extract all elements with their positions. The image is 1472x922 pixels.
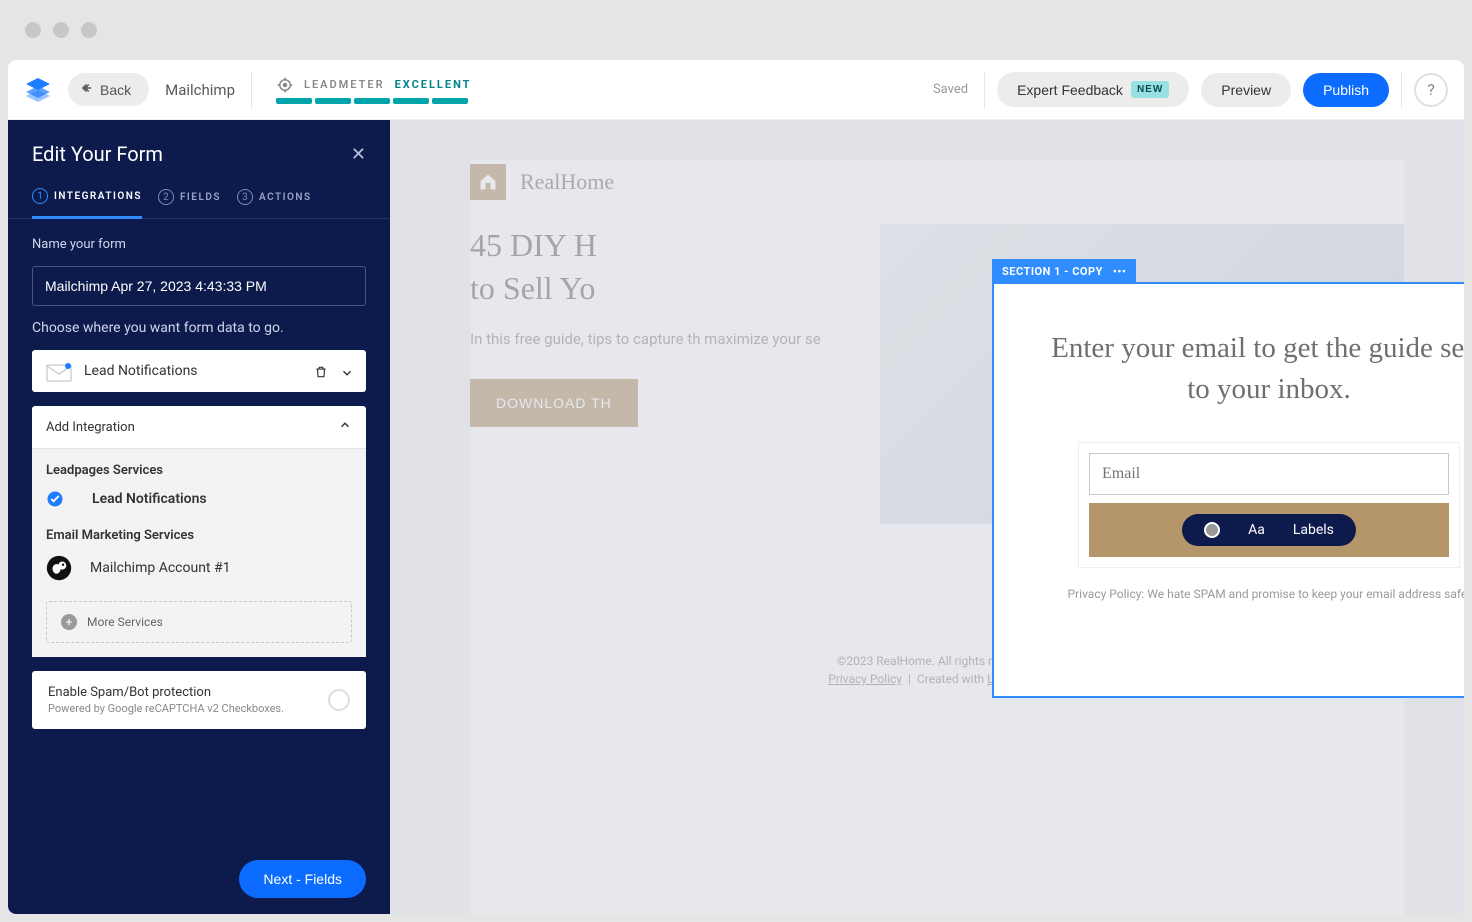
download-button[interactable]: DOWNLOAD TH xyxy=(470,379,638,427)
chevron-down-icon[interactable] xyxy=(340,365,352,377)
brand-name: RealHome xyxy=(520,169,614,195)
selected-section[interactable]: SECTION 1 - COPY ••• Enter your email to… xyxy=(992,282,1464,698)
spam-protection-card: Enable Spam/Bot protection Powered by Go… xyxy=(32,671,366,729)
step-label: ACTIONS xyxy=(259,192,312,203)
more-icon[interactable]: ••• xyxy=(1113,265,1126,278)
leadmeter[interactable]: LEADMETER EXCELLENT xyxy=(276,76,471,104)
spam-toggle[interactable] xyxy=(328,689,350,711)
publish-button[interactable]: Publish xyxy=(1303,73,1389,107)
saved-status: Saved xyxy=(933,82,968,97)
add-integration-toggle[interactable]: Add Integration xyxy=(32,406,366,448)
breadcrumb: Mailchimp xyxy=(165,81,235,99)
leadmeter-label: LEADMETER xyxy=(304,78,385,91)
mailchimp-icon xyxy=(46,555,72,581)
font-control[interactable]: Aa xyxy=(1248,522,1265,538)
close-icon[interactable]: ✕ xyxy=(351,144,366,165)
spam-title: Enable Spam/Bot protection xyxy=(48,685,284,700)
arrow-left-icon xyxy=(80,81,94,98)
leadpages-services-heading: Leadpages Services xyxy=(46,463,352,478)
crosshair-icon xyxy=(276,76,294,94)
window-dot xyxy=(81,22,97,38)
step-number: 3 xyxy=(237,189,253,205)
submit-button-area[interactable]: Aa Labels xyxy=(1089,503,1449,557)
window-dot xyxy=(25,22,41,38)
next-fields-button[interactable]: Next - Fields xyxy=(239,860,366,898)
envelope-icon xyxy=(46,362,72,380)
divider xyxy=(251,72,252,108)
integration-lead-notifications[interactable]: Lead Notifications xyxy=(32,350,366,392)
spam-subtitle: Powered by Google reCAPTCHA v2 Checkboxe… xyxy=(48,702,284,715)
help-button[interactable]: ? xyxy=(1414,73,1448,107)
new-badge: NEW xyxy=(1131,81,1169,98)
selection-tag-label: SECTION 1 - COPY xyxy=(1002,265,1103,278)
step-actions[interactable]: 3 ACTIONS xyxy=(237,188,312,218)
window-chrome xyxy=(0,0,1472,60)
expert-feedback-label: Expert Feedback xyxy=(1017,82,1123,98)
more-services-button[interactable]: + More Services xyxy=(46,601,352,643)
divider xyxy=(984,72,985,108)
editor-canvas[interactable]: RealHome 45 DIY H to Sell Yo In this fre… xyxy=(390,120,1464,914)
hero-title: 45 DIY H to Sell Yo xyxy=(470,224,850,310)
back-label: Back xyxy=(100,82,131,98)
form-steps: 1 INTEGRATIONS 2 FIELDS 3 ACTIONS xyxy=(8,166,390,219)
leadpages-logo-icon xyxy=(24,76,52,104)
topbar: Back Mailchimp LEADMETER EXCELLENT Saved… xyxy=(8,60,1464,120)
step-integrations[interactable]: 1 INTEGRATIONS xyxy=(32,188,142,219)
leadmeter-status: EXCELLENT xyxy=(395,78,472,91)
step-number: 2 xyxy=(158,189,174,205)
email-services-heading: Email Marketing Services xyxy=(46,528,352,543)
service-name: Mailchimp Account #1 xyxy=(90,560,230,576)
more-services-label: More Services xyxy=(87,615,163,629)
leadmeter-bars xyxy=(276,98,471,104)
divider xyxy=(1401,72,1402,108)
popup-headline[interactable]: Enter your email to get the guide sent t… xyxy=(1048,328,1464,409)
expert-feedback-button[interactable]: Expert Feedback NEW xyxy=(997,72,1189,107)
plus-icon: + xyxy=(61,614,77,630)
integration-label: Lead Notifications xyxy=(84,363,302,379)
step-label: INTEGRATIONS xyxy=(54,191,142,202)
edit-form-panel: Edit Your Form ✕ 1 INTEGRATIONS 2 FIELDS… xyxy=(8,120,390,914)
service-lead-notifications[interactable]: Lead Notifications xyxy=(46,490,352,508)
step-fields[interactable]: 2 FIELDS xyxy=(158,188,221,218)
chevron-up-icon xyxy=(338,418,352,436)
step-number: 1 xyxy=(32,188,48,204)
preview-button[interactable]: Preview xyxy=(1201,73,1291,107)
checkmark-icon xyxy=(46,490,64,508)
panel-title: Edit Your Form xyxy=(32,142,163,166)
service-mailchimp[interactable]: Mailchimp Account #1 xyxy=(46,555,352,581)
labels-control[interactable]: Labels xyxy=(1293,522,1334,538)
step-label: FIELDS xyxy=(180,192,221,203)
brand-logo-icon xyxy=(470,164,506,200)
service-name: Lead Notifications xyxy=(92,491,207,507)
trash-icon[interactable] xyxy=(314,364,328,378)
form-name-input[interactable] xyxy=(32,266,366,306)
inline-style-toolbar: Aa Labels xyxy=(1182,514,1356,546)
hero-body: In this free guide, tips to capture th m… xyxy=(470,328,850,351)
add-integration-label: Add Integration xyxy=(46,420,135,435)
back-button[interactable]: Back xyxy=(68,73,149,106)
window-dot xyxy=(53,22,69,38)
email-input[interactable] xyxy=(1089,453,1449,495)
add-integration-panel: Add Integration Leadpages Services Lead … xyxy=(32,406,366,657)
color-swatch-icon[interactable] xyxy=(1204,522,1220,538)
popup-form[interactable]: Aa Labels xyxy=(1079,443,1459,567)
selection-tag: SECTION 1 - COPY ••• xyxy=(992,259,1136,284)
app-window: Back Mailchimp LEADMETER EXCELLENT Saved… xyxy=(8,60,1464,914)
popup-privacy-text: Privacy Policy: We hate SPAM and promise… xyxy=(1048,587,1464,601)
name-form-label: Name your form xyxy=(32,237,366,252)
footer-privacy-link[interactable]: Privacy Policy xyxy=(828,672,902,686)
choose-destination-label: Choose where you want form data to go. xyxy=(32,320,366,336)
